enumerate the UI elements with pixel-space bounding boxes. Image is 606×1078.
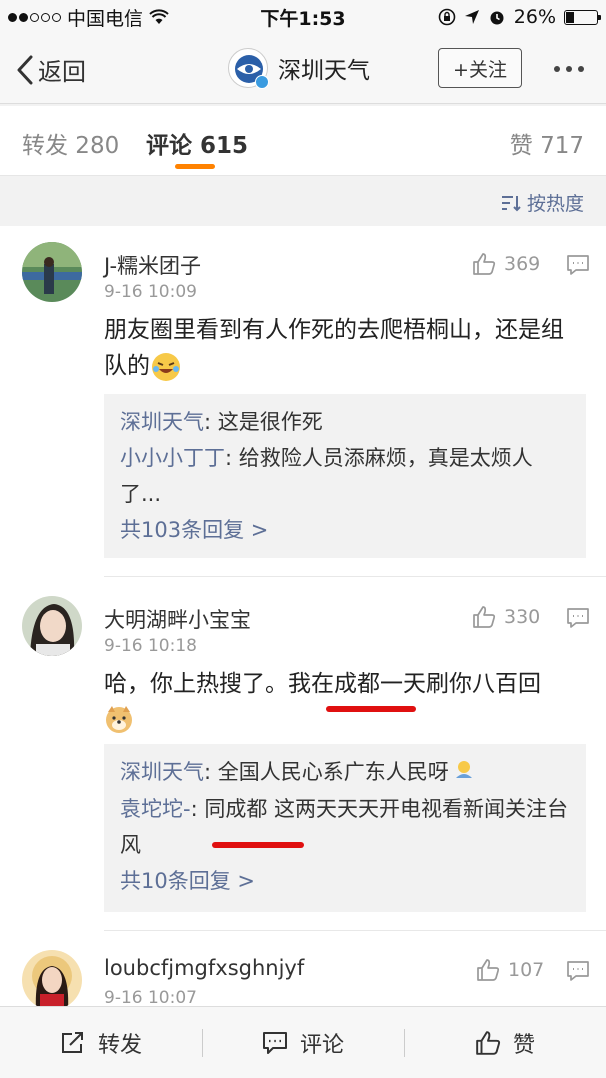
nav-bar: 返回 深圳天气 +关注 — [0, 34, 606, 104]
battery-percent: 26% — [513, 6, 556, 28]
like-toolbar-button[interactable]: 赞 — [404, 1007, 606, 1078]
thumbs-up-icon — [473, 606, 496, 628]
sort-label: 按热度 — [526, 193, 584, 215]
username[interactable]: J-糯米团子 — [104, 250, 201, 280]
sort-icon — [501, 195, 521, 211]
username[interactable]: loubcfjmgfxsghnjyf — [104, 956, 304, 980]
reply-icon[interactable] — [566, 254, 590, 276]
like-label: 赞 — [512, 1032, 535, 1058]
username[interactable]: 大明湖畔小宝宝 — [104, 604, 251, 634]
tab-like[interactable]: 赞 717 — [510, 126, 584, 160]
more-replies-link[interactable]: 共10条回复 > — [120, 863, 570, 899]
timestamp: 9-16 10:09 — [104, 282, 197, 302]
avatar[interactable] — [22, 950, 82, 1006]
tab-comment[interactable]: 评论 615 — [146, 126, 248, 160]
more-icon[interactable] — [554, 66, 584, 72]
chevron-left-icon — [17, 55, 33, 84]
timestamp: 9-16 10:18 — [104, 636, 197, 656]
reply-icon[interactable] — [566, 607, 590, 629]
timestamp: 9-16 10:07 — [104, 988, 197, 1006]
comment-text: 朋友圈里看到有人作死的去爬梧桐山，还是组队的 — [104, 317, 564, 381]
repost-button[interactable]: 转发 — [0, 1007, 202, 1078]
thumbs-up-icon — [476, 1030, 501, 1055]
thumbs-up-icon — [473, 253, 496, 275]
location-icon — [464, 10, 479, 24]
status-icons: 26% — [438, 6, 601, 28]
tab-bar: 转发 280 评论 615 赞 717 — [0, 106, 606, 176]
doge-emoji-icon — [104, 704, 134, 734]
pray-emoji-icon — [453, 755, 475, 791]
reply-text: : 全国人民心系广东人民呀 — [204, 760, 449, 784]
repost-icon — [61, 1031, 83, 1053]
reply-icon[interactable] — [566, 960, 590, 982]
tab-repost[interactable]: 转发 280 — [22, 126, 119, 160]
follow-button[interactable]: +关注 — [438, 48, 522, 88]
status-bar: 中国电信 下午1:53 26% — [0, 0, 606, 34]
back-button[interactable]: 返回 — [16, 52, 86, 87]
sort-button[interactable]: 按热度 — [501, 189, 584, 216]
reply-box: 深圳天气: 全国人民心系广东人民呀 袁坨坨-: 同成都 这两天天天开电视看新闻关… — [104, 744, 586, 912]
like-count: 107 — [508, 959, 545, 981]
comment-text: 哈，你上热搜了。我在成都一天刷你八百回 — [104, 666, 584, 734]
divider — [104, 576, 606, 577]
reply-item: 袁坨坨-: 同成都 这两天天天开电视看新闻关注台风 — [120, 791, 570, 863]
reply-author[interactable]: 深圳天气 — [120, 760, 204, 784]
red-underline-annotation — [212, 842, 304, 848]
bottom-toolbar: 转发 评论 赞 — [0, 1006, 606, 1078]
alarm-icon — [490, 11, 504, 25]
divider — [104, 930, 606, 931]
comment-button[interactable]: 评论 — [202, 1007, 404, 1078]
reply-author[interactable]: 袁坨坨- — [120, 797, 191, 821]
reply-item: 深圳天气: 这是很作死 — [120, 404, 570, 440]
like-button[interactable]: 369 — [472, 252, 540, 276]
thumbs-up-icon — [477, 959, 500, 981]
battery-icon — [564, 9, 601, 25]
reply-author[interactable]: 深圳天气 — [120, 410, 204, 434]
avatar[interactable] — [22, 596, 82, 656]
reply-author[interactable]: 小小小丁丁 — [120, 446, 225, 470]
comment-icon — [262, 1031, 287, 1054]
like-button[interactable]: 107 — [476, 958, 544, 982]
reply-item: 深圳天气: 全国人民心系广东人民呀 — [120, 754, 570, 791]
verified-badge-icon — [255, 75, 269, 89]
reply-box: 深圳天气: 这是很作死 小小小丁丁: 给救险人员添麻烦，真是太烦人了... 共1… — [104, 394, 586, 558]
laugh-cry-emoji-icon — [152, 352, 180, 381]
avatar[interactable] — [22, 242, 82, 302]
sort-bar: 按热度 — [0, 176, 606, 226]
rotation-lock-icon — [438, 8, 456, 26]
account-title[interactable]: 深圳天气 — [228, 48, 370, 89]
more-replies-link[interactable]: 共103条回复 > — [120, 512, 570, 548]
comment-label: 评论 — [299, 1032, 344, 1058]
active-tab-indicator — [175, 164, 215, 169]
back-label: 返回 — [38, 58, 86, 86]
like-count: 330 — [504, 606, 541, 628]
page-title: 深圳天气 — [278, 58, 370, 84]
like-button[interactable]: 330 — [472, 605, 540, 629]
reply-text: : 这是很作死 — [204, 410, 323, 434]
red-underline-annotation — [326, 706, 416, 712]
repost-label: 转发 — [97, 1032, 142, 1058]
reply-item: 小小小丁丁: 给救险人员添麻烦，真是太烦人了... — [120, 440, 570, 512]
account-logo — [228, 48, 269, 89]
comment-list: J-糯米团子 9-16 10:09 369 朋友圈里看到有人作死的去爬梧桐山，还… — [0, 226, 606, 1006]
like-count: 369 — [504, 253, 541, 275]
